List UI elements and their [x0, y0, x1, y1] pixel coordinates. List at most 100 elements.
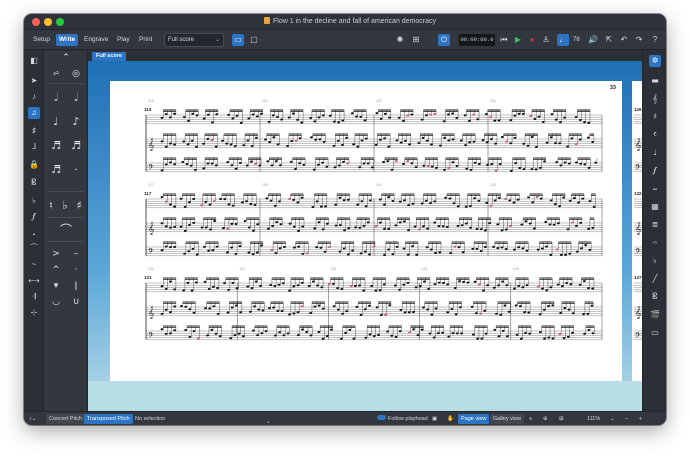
staccatissimo-icon[interactable]: ▾ — [47, 279, 65, 293]
rewind-button[interactable]: ⏮ — [498, 34, 510, 46]
volume-icon[interactable]: 🔊 — [587, 34, 599, 46]
zoom-minus-icon[interactable]: − — [622, 414, 631, 424]
hand-icon[interactable]: ✋ — [444, 414, 457, 424]
minimize-window-button[interactable] — [44, 18, 52, 26]
tenuto-icon[interactable]: – — [67, 247, 85, 261]
sixty-fourth-note-icon[interactable]: ♬ — [47, 163, 65, 177]
panel-toggle-icon[interactable]: ◧ — [28, 55, 40, 67]
comments-icon[interactable]: ▭ — [649, 327, 661, 339]
close-window-button[interactable] — [32, 18, 40, 26]
notes-panel-icon[interactable]: ♫ — [28, 107, 40, 119]
key-signature-icon[interactable]: ♯ — [649, 111, 661, 123]
lines-panel-icon[interactable]: ╱ — [649, 273, 661, 285]
sharp-icon[interactable]: ♯ — [28, 125, 40, 137]
score-page[interactable]: 33 113 114 115 116 113 𝄞 𝄢 117 118 119 120 117 𝄞 𝄢 121… — [110, 81, 622, 381]
zoom-out-icon[interactable]: ⊕ — [540, 414, 551, 424]
record-button[interactable]: ● — [526, 34, 538, 46]
galley-toggle-button[interactable]: ▭ — [232, 34, 244, 46]
zoom-select-icon[interactable]: ⊞ — [556, 414, 567, 424]
clef-icon[interactable]: 𝄡 — [28, 177, 40, 189]
thirty-second-note-icon[interactable]: ♬ — [67, 139, 85, 153]
next-score-page[interactable]: 126 𝄞 𝄢 132 𝄞 𝄢 137 𝄞 𝄢 — [632, 81, 642, 381]
unstress-icon[interactable]: ∪ — [67, 295, 85, 309]
undo-icon[interactable]: ↶ — [618, 34, 630, 46]
chord-symbols-icon[interactable]: 𝄡 — [649, 291, 661, 303]
bars-icon[interactable]: ▦ — [649, 201, 661, 213]
mode-tab-print[interactable]: Print — [136, 34, 155, 46]
accent-icon[interactable]: > — [47, 247, 65, 261]
sixteenth-note-icon[interactable]: ♬ — [47, 139, 65, 153]
zoom-level[interactable]: 111% — [584, 414, 603, 424]
chevron-up-icon[interactable]: ⌃ — [57, 51, 75, 65]
whole-note-icon[interactable]: 𝅗𝅥 — [47, 91, 65, 105]
dot-icon[interactable]: · — [67, 163, 85, 177]
tab-full-score[interactable]: Full score — [92, 52, 126, 61]
ornament-icon[interactable]: ~ — [28, 259, 40, 271]
staccato-icon[interactable]: · — [67, 263, 85, 277]
select-arrow-icon[interactable]: ➤ — [28, 75, 40, 87]
sharp-accidental-icon[interactable]: ♯ — [72, 199, 86, 213]
tempo-mode-button[interactable]: ♩ — [557, 34, 569, 46]
half-note-icon[interactable]: 𝅗𝅥 — [67, 91, 85, 105]
notations-panel-icon[interactable]: ✲ — [649, 55, 661, 67]
page-view-button[interactable]: Page view — [458, 414, 490, 424]
mode-tab-play[interactable]: Play — [114, 34, 133, 46]
dynamics-panel-icon[interactable]: 𝆑 — [649, 165, 661, 177]
articulation-icon[interactable]: 𝅘 — [28, 227, 40, 239]
play-button[interactable]: ▶ — [512, 34, 524, 46]
pedal-icon[interactable]: ⊹ — [28, 307, 40, 319]
ornaments-icon[interactable]: 𝆗 — [649, 183, 661, 195]
tempo-icon[interactable]: ♩ — [649, 147, 661, 159]
mode-tab-setup[interactable]: Setup — [30, 34, 53, 46]
slur-tool-icon[interactable]: ⌒ — [47, 223, 85, 237]
metronome-icon[interactable]: ♙ — [540, 34, 552, 46]
redo-icon[interactable]: ↷ — [633, 34, 645, 46]
concert-pitch-button[interactable]: Concert Pitch — [46, 414, 86, 424]
repeat-icon[interactable]: 𝄇 — [28, 291, 40, 303]
palette-icon[interactable]: ✺ — [394, 34, 406, 46]
follow-playhead-toggle[interactable]: Follow playhead — [374, 414, 431, 424]
galley-view-button[interactable]: Galley view — [490, 414, 525, 424]
mixer-icon[interactable]: ⊞ — [410, 34, 422, 46]
marcato-icon[interactable]: ^ — [47, 263, 65, 277]
playing-techniques-icon[interactable]: ♭ — [649, 255, 661, 267]
activate-project-button[interactable]: ⏻ — [438, 34, 450, 46]
maximize-window-button[interactable] — [56, 18, 64, 26]
caret-icon[interactable]: ‸ — [264, 414, 273, 424]
chevron-down-icon[interactable]: ⌄ — [607, 414, 618, 424]
time-signature-icon[interactable]: 𝄴 — [649, 129, 661, 141]
eighth-note-icon[interactable]: ♪ — [67, 115, 85, 129]
fermata-icon[interactable]: ◡ — [47, 295, 65, 309]
score-canvas[interactable]: 33 113 114 115 116 113 𝄞 𝄢 117 118 119 120 117 𝄞 𝄢 121… — [88, 61, 642, 411]
treble-clef-icon[interactable]: 𝄞 — [649, 93, 661, 105]
flat-sharp-icon[interactable]: ♭ — [28, 195, 40, 207]
help-icon[interactable]: ? — [649, 34, 661, 46]
view-options-icon[interactable]: ▣ — [429, 414, 440, 424]
zoom-plus-icon[interactable]: + — [636, 414, 645, 424]
tie-icon[interactable]: ◎ — [67, 67, 85, 81]
export-icon[interactable]: ⇱ — [603, 34, 615, 46]
flat-icon[interactable]: ♭ — [58, 199, 72, 213]
mode-tab-engrave[interactable]: Engrave — [81, 34, 111, 46]
quarter-note-icon[interactable]: ♩ — [47, 115, 65, 129]
stress-icon[interactable]: ǀ — [67, 279, 85, 293]
holds-icon[interactable]: 𝄐 — [649, 237, 661, 249]
note-head — [391, 199, 395, 202]
keyboard-icon[interactable]: ▬ — [649, 75, 661, 87]
lock-icon[interactable]: 🔒 — [28, 159, 40, 171]
transposed-pitch-button[interactable]: Transposed Pitch — [84, 414, 133, 424]
natural-icon[interactable]: ♮ — [44, 199, 58, 213]
view-mode-icon[interactable]: ≡ — [526, 414, 535, 424]
dynamics-icon[interactable]: 𝆑 — [28, 211, 40, 223]
layout-select[interactable]: Full score ⌄ — [164, 33, 224, 47]
mode-tab-write[interactable]: Write — [56, 34, 79, 46]
slur-icon[interactable]: ⁀ — [28, 243, 40, 255]
rest-toggle-icon[interactable]: ⩫ — [47, 67, 65, 81]
note-input-mode-icon[interactable]: ♪⌄ — [26, 414, 39, 424]
window-layout-button[interactable]: ▢ — [248, 34, 260, 46]
note-input-icon[interactable]: ♪ — [28, 91, 40, 103]
cue-icon[interactable]: 🎬 — [649, 309, 661, 321]
tuplet-icon[interactable]: ⅃ — [28, 141, 40, 153]
lines-icon[interactable]: ⟷ — [28, 275, 40, 287]
repeats-icon[interactable]: ≣ — [649, 219, 661, 231]
